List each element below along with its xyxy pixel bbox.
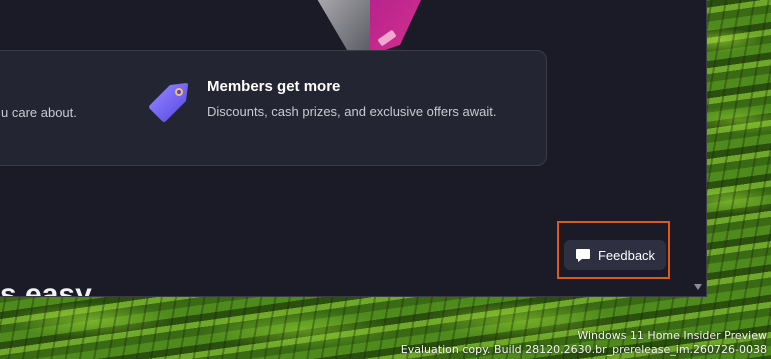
- scroll-down-arrow-icon[interactable]: [694, 284, 702, 290]
- chat-bubble-icon: [575, 248, 590, 262]
- benefit-description-partial: u care about.: [1, 105, 77, 120]
- feature-title: Members get more: [207, 78, 341, 95]
- windows-watermark: Windows 11 Home Insider Preview Evaluati…: [401, 329, 767, 357]
- watermark-build: Evaluation copy. Build 28120.2630.br_pre…: [400, 343, 767, 356]
- price-tag-icon: [149, 83, 188, 122]
- section-heading: s easy: [0, 278, 92, 297]
- watermark-edition: Windows 11 Home Insider Preview: [577, 329, 767, 342]
- vertical-scrollbar[interactable]: [692, 0, 706, 296]
- feature-description: Discounts, cash prizes, and exclusive of…: [207, 104, 497, 119]
- feedback-button[interactable]: Feedback: [564, 240, 666, 270]
- benefits-card: u care about. Members get more Discounts…: [0, 50, 547, 166]
- feedback-label: Feedback: [597, 247, 656, 263]
